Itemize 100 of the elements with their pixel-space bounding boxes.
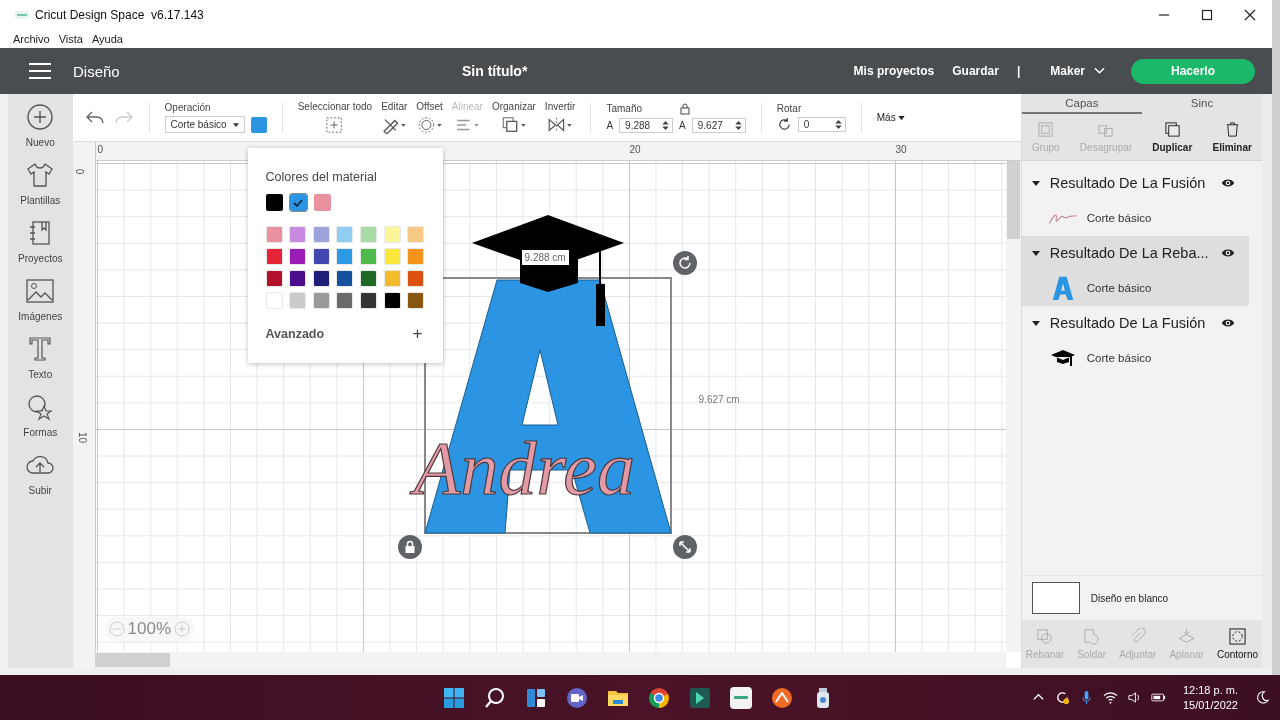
material-color-swatch[interactable] <box>313 194 331 211</box>
app-icon[interactable] <box>729 685 753 710</box>
popover-title: Colores del material <box>265 170 378 184</box>
scrollbar-track[interactable] <box>1262 94 1272 668</box>
layer-group[interactable]: Resultado De La Reba... Corte básico <box>1021 236 1249 306</box>
video-chat-icon[interactable] <box>565 685 589 710</box>
maximize-icon[interactable] <box>1201 9 1213 21</box>
eye-icon[interactable] <box>1220 178 1235 188</box>
moon-icon[interactable] <box>1255 690 1270 705</box>
eye-icon[interactable] <box>1220 318 1235 328</box>
palette-swatch[interactable] <box>265 226 283 243</box>
blank-canvas-swatch[interactable] <box>1031 582 1080 614</box>
wifi-icon[interactable] <box>1102 690 1118 705</box>
sidebar-item[interactable]: Plantillas <box>20 160 61 206</box>
advanced-label[interactable]: Avanzado <box>265 327 325 341</box>
expand-caret-icon[interactable] <box>1031 180 1040 186</box>
palette-swatch[interactable] <box>383 292 401 309</box>
menu-item[interactable]: Vista <box>58 33 83 45</box>
palette-swatch[interactable] <box>383 270 401 287</box>
material-color-swatch[interactable] <box>289 194 307 211</box>
palette-swatch[interactable] <box>359 292 377 309</box>
palette-swatch[interactable] <box>383 248 401 265</box>
menu-item[interactable]: Ayuda <box>91 33 123 45</box>
sync-icon[interactable] <box>1054 690 1070 705</box>
windows-start-icon[interactable] <box>442 685 466 710</box>
sidebar-item[interactable]: Texto <box>25 334 56 380</box>
graduation-cap-shape[interactable] <box>471 215 624 326</box>
app-icon[interactable] <box>770 685 794 710</box>
rotate-handle-icon[interactable] <box>672 251 697 275</box>
scrollbar-thumb[interactable] <box>94 653 170 667</box>
palette-swatch[interactable] <box>359 226 377 243</box>
palette-swatch[interactable] <box>289 248 307 265</box>
close-icon[interactable] <box>1244 9 1256 21</box>
palette-swatch[interactable] <box>407 248 425 265</box>
search-icon[interactable] <box>483 685 507 710</box>
palette-swatch[interactable] <box>312 292 330 309</box>
menu-item[interactable]: Archivo <box>13 33 50 45</box>
app-icon[interactable] <box>688 685 712 710</box>
sidebar-item[interactable]: Proyectos <box>18 218 63 264</box>
eye-icon[interactable] <box>1220 248 1235 258</box>
clock-time[interactable]: 12:18 p. m. <box>1182 682 1238 698</box>
header-link[interactable]: Guardar <box>952 64 999 78</box>
header-link[interactable]: Mis proyectos <box>853 64 935 78</box>
palette-swatch[interactable] <box>407 270 425 287</box>
palette-swatch[interactable] <box>265 270 283 287</box>
toolbar-tool[interactable]: Offset <box>416 101 443 134</box>
palette-swatch[interactable] <box>312 248 330 265</box>
palette-swatch[interactable] <box>289 292 307 309</box>
palette-swatch[interactable] <box>289 226 307 243</box>
palette-swatch[interactable] <box>289 270 307 287</box>
sidebar-item[interactable]: Imágenes <box>18 276 63 322</box>
palette-swatch[interactable] <box>312 270 330 287</box>
palette-swatch[interactable] <box>359 248 377 265</box>
toolbar-tool[interactable]: Organizar <box>491 101 536 134</box>
layer-group[interactable]: Resultado De La Fusión Corte básico <box>1021 166 1249 236</box>
sidebar-item[interactable]: Subir <box>25 450 56 496</box>
height-field[interactable]: 9.627 <box>691 117 746 133</box>
palette-swatch[interactable] <box>407 226 425 243</box>
expand-caret-icon[interactable] <box>1031 320 1040 326</box>
clock-date[interactable]: 15/01/2022 <box>1182 697 1238 713</box>
toolbar-tool[interactable]: Seleccionar todo <box>297 101 373 134</box>
palette-swatch[interactable] <box>336 270 354 287</box>
menu-icon[interactable] <box>29 63 51 79</box>
resize-handle-icon[interactable] <box>672 535 697 559</box>
sidebar-item[interactable]: Formas <box>23 392 58 438</box>
undo-icon[interactable] <box>84 109 105 126</box>
sidebar-item[interactable]: Nuevo <box>25 102 56 148</box>
palette-swatch[interactable] <box>336 292 354 309</box>
panel-tab[interactable]: Sinc <box>1141 94 1263 114</box>
palette-swatch[interactable] <box>312 226 330 243</box>
toolbar-tool[interactable]: Editar <box>381 101 408 134</box>
layer-action[interactable]: Contorno <box>1216 628 1259 660</box>
color-swatch[interactable] <box>250 116 267 133</box>
volume-icon[interactable] <box>1126 690 1142 705</box>
rotate-field[interactable]: 0 <box>797 117 846 132</box>
palette-swatch[interactable] <box>336 226 354 243</box>
lock-icon[interactable] <box>680 102 690 115</box>
add-color-button[interactable]: + <box>412 324 423 344</box>
width-field[interactable]: 9.288 <box>619 117 674 133</box>
palette-swatch[interactable] <box>407 292 425 309</box>
operation-dropdown[interactable]: Corte básico <box>164 116 245 133</box>
more-menu[interactable]: Más <box>876 112 905 123</box>
material-color-swatch[interactable] <box>265 194 283 211</box>
layer-action[interactable]: Eliminar <box>1212 121 1252 153</box>
group-icon <box>1037 121 1055 138</box>
palette-swatch[interactable] <box>336 248 354 265</box>
chevron-icon <box>1094 67 1105 75</box>
scrollbar-thumb[interactable] <box>1006 161 1020 239</box>
palette-swatch[interactable] <box>265 248 283 265</box>
palette-swatch[interactable] <box>359 270 377 287</box>
rotate-label: Rotar <box>776 103 803 114</box>
palette-swatch[interactable] <box>383 226 401 243</box>
lock-handle-icon[interactable] <box>397 535 422 559</box>
browser-icon[interactable] <box>647 685 671 710</box>
check-icon <box>293 198 304 207</box>
layer-group[interactable]: Resultado De La Fusión Corte básico <box>1021 306 1249 376</box>
toolbar-tool[interactable]: Invertir <box>544 101 576 134</box>
machine-selector[interactable]: Maker <box>1050 64 1105 78</box>
layer-action[interactable]: Duplicar <box>1152 121 1193 153</box>
expand-caret-icon[interactable] <box>1031 250 1040 256</box>
